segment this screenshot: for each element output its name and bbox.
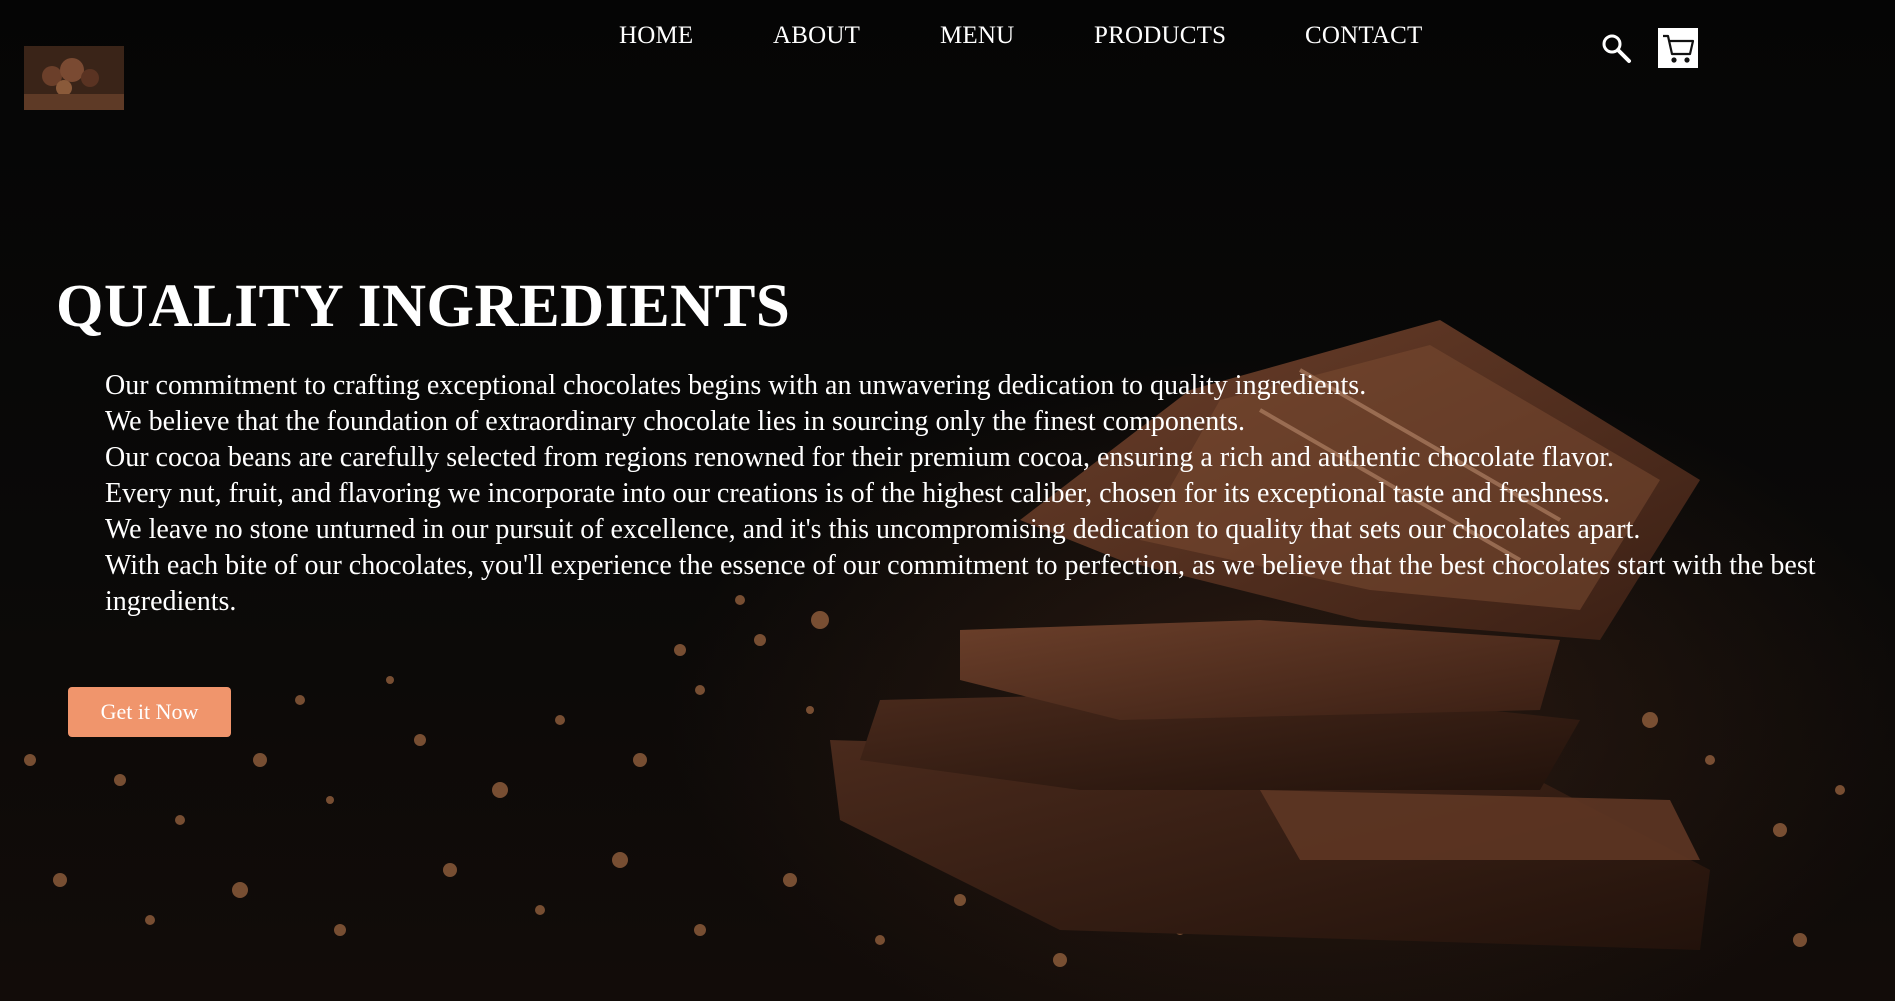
cart-button[interactable] [1658,28,1698,68]
hero-description: Our commitment to crafting exceptional c… [105,368,1875,620]
hero-line-5: We leave no stone unturned in our pursui… [105,514,1641,545]
nav-link-about[interactable]: ABOUT [773,22,860,50]
nav-link-menu[interactable]: MENU [940,22,1014,50]
get-it-now-button[interactable]: Get it Now [68,687,231,737]
nav-link-home[interactable]: HOME [619,22,693,50]
hero-line-1: Our commitment to crafting exceptional c… [105,370,1367,401]
hero-line-6: With each bite of our chocolates, you'll… [105,550,1816,617]
hero-line-3: Our cocoa beans are carefully selected f… [105,442,1615,473]
hero-line-4: Every nut, fruit, and flavoring we incor… [105,478,1610,509]
nav-link-products[interactable]: PRODUCTS [1094,22,1226,50]
search-icon [1602,34,1631,63]
hero-title: QUALITY INGREDIENTS [56,273,791,340]
page: HOME ABOUT MENU PRODUCTS CONTACT QUALITY… [0,0,1895,1001]
nav-link-contact[interactable]: CONTACT [1305,22,1422,50]
search-button[interactable] [1600,32,1632,64]
cart-icon [1658,28,1698,68]
hero-line-2: We believe that the foundation of extrao… [105,406,1245,437]
